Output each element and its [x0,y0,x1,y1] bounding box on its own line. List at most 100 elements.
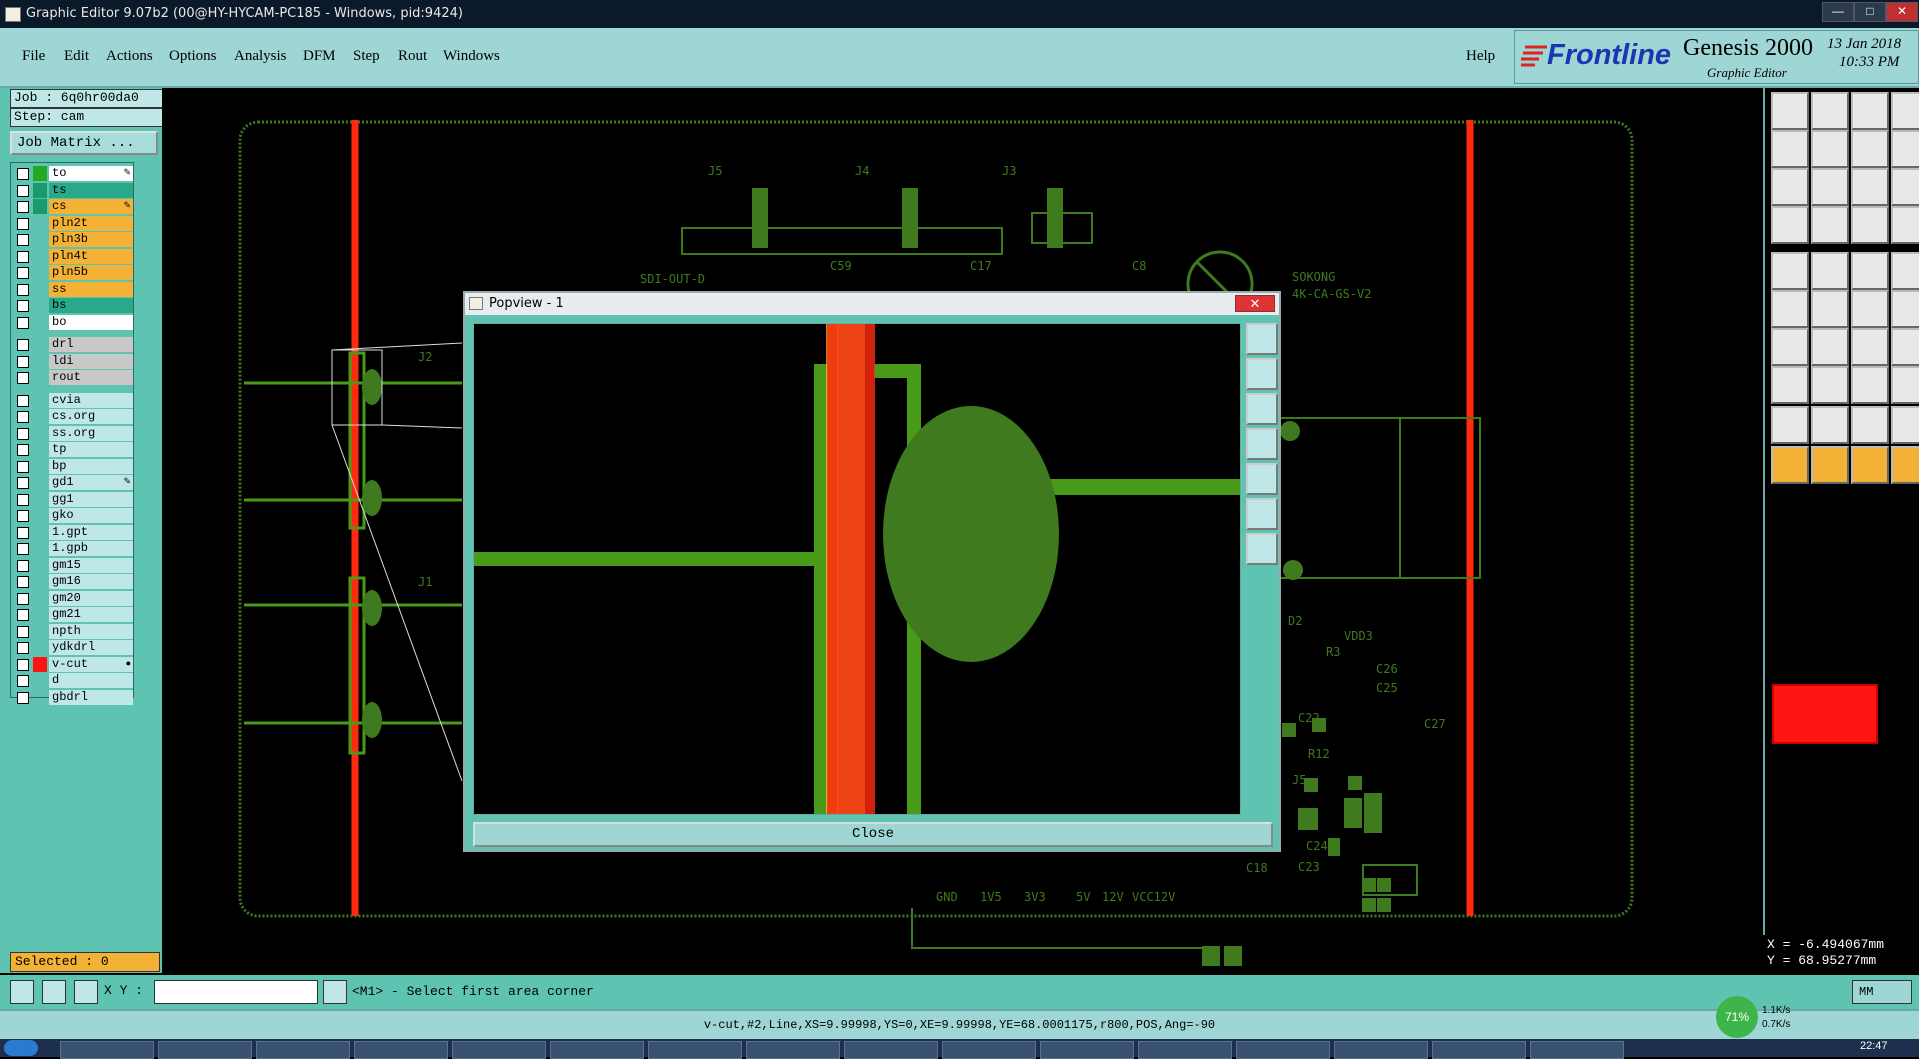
taskbar-app-button[interactable] [1138,1041,1232,1059]
taskbar-app-button[interactable] [452,1041,546,1059]
layer-checkbox[interactable] [17,444,29,456]
popview-pan-left-icon[interactable] [1246,428,1278,460]
layer-color-indicator[interactable] [33,337,47,352]
taskbar-app-button[interactable] [844,1041,938,1059]
layer-color-indicator[interactable] [33,459,47,474]
layer-name[interactable]: pln2t [49,215,133,231]
move-arrow-icon[interactable] [1891,446,1919,484]
maximize-button[interactable]: □ [1854,2,1886,22]
layer-name[interactable]: ss.org [49,425,133,441]
popview-zoom-in-icon[interactable] [1246,498,1278,530]
layer-row-gm20[interactable]: gm20 [13,590,133,606]
start-button[interactable] [4,1040,38,1056]
layer-color-indicator[interactable] [33,265,47,280]
close-window-button[interactable]: ✕ [1886,2,1918,22]
dash-icon[interactable] [1811,366,1849,404]
popview-pan-right-icon[interactable] [1246,463,1278,495]
layer-checkbox[interactable] [17,234,29,246]
ratio-icon[interactable] [1851,168,1889,206]
triangle-a-icon[interactable] [1771,406,1809,444]
taskbar-app-button[interactable] [1432,1041,1526,1059]
layer-row-drl[interactable]: drl [13,337,133,352]
menu-step[interactable]: Step [353,48,380,65]
layer-checkbox[interactable] [17,372,29,384]
grid-icon[interactable] [74,980,98,1004]
layer-checkbox[interactable] [17,411,29,423]
layer-checkbox[interactable] [17,592,29,605]
layer-name[interactable]: gbdrl [49,689,133,705]
layer-name[interactable]: cvia [49,392,133,408]
taskbar-app-button[interactable] [256,1041,350,1059]
net-icon[interactable] [1851,206,1889,244]
copy-icon[interactable] [1771,366,1809,404]
layer-name[interactable]: ldi [49,353,133,369]
layer-row-ldi[interactable]: ldi [13,353,133,369]
taskbar-app-button[interactable] [1236,1041,1330,1059]
layer-checkbox[interactable] [17,642,29,654]
layer-checkbox[interactable] [17,559,29,572]
layer-name[interactable]: v-cut ● [49,656,133,672]
menu-dfm[interactable]: DFM [303,48,336,65]
surface-icon[interactable] [1811,252,1849,290]
layer-name[interactable]: npth [49,623,133,639]
layer-checkbox[interactable] [17,355,29,368]
layer-color-indicator[interactable] [33,182,47,198]
pan-right-icon[interactable] [1811,130,1849,168]
layer-name[interactable]: gm20 [49,590,133,606]
layer-name[interactable]: to ✎ [49,166,133,181]
layer-checkbox[interactable] [17,658,29,671]
layer-color-indicator[interactable] [33,249,47,264]
popview-close-button[interactable]: Close [473,822,1273,847]
net-alt-icon[interactable] [1891,206,1919,244]
layer-color-indicator[interactable] [33,199,47,214]
layer-name[interactable]: gm15 [49,557,133,573]
cursor-pin-icon[interactable] [1811,206,1849,244]
layer-name[interactable]: gd1 ✎ [49,475,133,490]
snake-icon[interactable] [1891,130,1919,168]
taskbar-app-button[interactable] [1334,1041,1428,1059]
layer-row-ss[interactable]: ss [13,281,133,297]
layer-row-gm15[interactable]: gm15 [13,557,133,573]
layer-checkbox[interactable] [17,283,29,296]
layer-row-bo[interactable]: bo [13,314,133,330]
layer-name[interactable]: rout [49,370,133,385]
line-blue-icon[interactable] [1811,328,1849,366]
layer-row-tp[interactable]: tp [13,442,133,457]
layer-name[interactable]: gm21 [49,607,133,622]
layer-color-indicator[interactable] [33,409,47,424]
layer-row-gm16[interactable]: gm16 [13,574,133,589]
menu-options[interactable]: Options [169,48,217,65]
layer-name[interactable]: tp [49,442,133,457]
fit-icon[interactable] [1771,168,1809,206]
layer-name[interactable]: 1.gpb [49,541,133,556]
text-f-icon[interactable] [1891,328,1919,366]
layer-color-indicator[interactable] [33,640,47,655]
layer-row-gm21[interactable]: gm21 [13,607,133,622]
layer-checkbox[interactable] [17,267,29,279]
layer-checkbox[interactable] [17,300,29,312]
layer-name[interactable]: bp [49,458,133,474]
layer-row-bp[interactable]: bp [13,458,133,474]
layer-color-indicator[interactable] [33,525,47,540]
layer-color-indicator[interactable] [33,591,47,606]
angle-mode-icon[interactable] [42,980,66,1004]
layer-checkbox[interactable] [17,394,29,407]
layer-color-indicator[interactable] [33,442,47,457]
layer-checkbox[interactable] [17,201,29,213]
text-cursor-icon[interactable] [323,980,347,1004]
layer-checkbox[interactable] [17,460,29,473]
layer-checkbox[interactable] [17,691,29,704]
layer-color-indicator[interactable] [33,166,47,181]
layer-color-indicator[interactable] [33,232,47,247]
network-monitor[interactable]: 71% [1716,996,1758,1038]
layer-row-ydkdrl[interactable]: ydkdrl [13,640,133,655]
layer-color-indicator[interactable] [33,624,47,639]
layer-name[interactable]: drl [49,337,133,352]
layer-name[interactable]: 1.gpt [49,524,133,540]
layer-checkbox[interactable] [17,609,29,621]
route-alt-icon[interactable] [1891,290,1919,328]
layer-name[interactable]: cs.org [49,409,133,424]
popview-pan-up-icon[interactable] [1246,358,1278,390]
arc-icon[interactable] [1851,328,1889,366]
pan-left-icon[interactable] [1771,130,1809,168]
